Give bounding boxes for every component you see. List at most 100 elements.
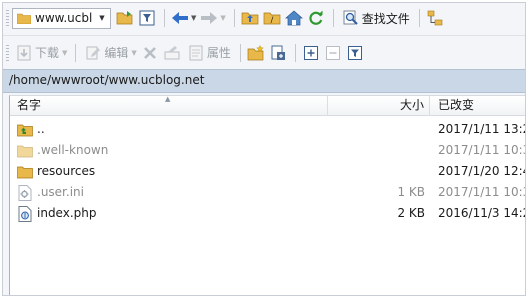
file-actions-toolbar: 下载 ▼ 编辑 ▼ 属性: [3, 39, 525, 66]
toolbar-separator: [332, 9, 334, 27]
column-header-name[interactable]: 名字: [10, 96, 328, 116]
edit-button[interactable]: 编辑: [81, 42, 132, 64]
new-file-icon: [271, 45, 285, 60]
file-name: .well-known: [37, 143, 109, 157]
edit-icon: [86, 46, 101, 59]
minus-icon: [325, 45, 340, 60]
navigation-toolbar: www.ucbl ▼ ▼ ▼ / 查找文件: [3, 3, 525, 33]
refresh-icon: [309, 10, 323, 25]
file-modified: 2017/1/20 12:44: [438, 164, 525, 178]
arrow-left-icon: [172, 12, 188, 24]
folder-tree-icon: [427, 10, 443, 26]
file-name: resources: [37, 164, 96, 178]
file-row-resources[interactable]: resources 2017/1/20 12:44: [10, 161, 525, 182]
open-directory-button[interactable]: [115, 8, 135, 28]
filter-button[interactable]: [137, 8, 157, 28]
refresh-button[interactable]: [306, 8, 326, 28]
file-modified: 2017/1/11 13:28: [438, 122, 525, 136]
plus-icon: [303, 45, 318, 60]
chevron-down-icon[interactable]: ▼: [97, 9, 107, 28]
home-icon: [284, 10, 303, 26]
select-all-button[interactable]: [301, 43, 321, 63]
file-list-header: ▲ 名字 大小 已改变: [10, 96, 525, 116]
file-name-cell: .user.ini: [17, 182, 322, 203]
toolbar-grip[interactable]: [6, 10, 9, 26]
column-header-size[interactable]: 大小: [328, 96, 430, 116]
root-directory-button[interactable]: /: [262, 8, 282, 28]
new-file-button[interactable]: [268, 43, 288, 63]
find-files-label: 查找文件: [361, 11, 410, 26]
file-name-cell: index.php: [17, 203, 322, 224]
toolbar-separator: [75, 43, 77, 62]
parent-directory-button[interactable]: [240, 8, 260, 28]
search-icon: [343, 10, 358, 25]
back-button[interactable]: [170, 8, 190, 28]
parent-folder-icon: [17, 122, 33, 138]
unselect-all-button[interactable]: [323, 43, 343, 63]
parent-folder-icon: [241, 12, 259, 25]
rename-icon: [164, 45, 180, 59]
column-header-modified[interactable]: 已改变: [430, 96, 525, 116]
new-folder-button[interactable]: [246, 43, 266, 63]
forward-button[interactable]: [199, 8, 219, 28]
filter-icon: [139, 10, 155, 26]
file-list[interactable]: ▲ 名字 大小 已改变 .. 2017/1/11 13:28 .well-kno…: [9, 95, 525, 295]
delete-icon: [143, 46, 156, 59]
file-modified: 2017/1/11 10:31: [438, 185, 525, 199]
folder-icon: [16, 10, 32, 26]
download-button[interactable]: 下载: [12, 42, 63, 64]
file-name: .user.ini: [37, 185, 84, 199]
new-folder-icon: [247, 44, 264, 60]
folder-icon: [17, 164, 33, 180]
file-size: 1 KB: [397, 185, 425, 199]
file-row-parent[interactable]: .. 2017/1/11 13:28: [10, 119, 525, 140]
svg-text:/: /: [270, 16, 273, 25]
file-size: 2 KB: [397, 206, 425, 220]
toolbar-grip[interactable]: [6, 44, 9, 61]
php-file-icon: [17, 205, 33, 222]
properties-icon: [189, 45, 203, 60]
current-path-bar[interactable]: /home/wwwroot/www.ucblog.net: [3, 69, 525, 93]
open-folder-icon: [116, 11, 133, 25]
root-folder-icon: /: [263, 12, 281, 25]
folder-icon: [17, 143, 33, 159]
file-modified: 2017/1/11 10:34: [438, 143, 525, 157]
config-file-icon: [17, 184, 33, 201]
edit-label: 编辑: [104, 46, 129, 60]
back-history-dropdown-icon[interactable]: ▼: [191, 14, 196, 22]
properties-button[interactable]: 属性: [184, 42, 235, 64]
file-modified: 2016/11/3 14:27: [438, 206, 525, 220]
toolbar-separator: [418, 9, 420, 27]
file-size: [328, 140, 425, 161]
home-directory-button[interactable]: [284, 8, 304, 28]
tree-view-button[interactable]: [425, 8, 445, 28]
file-name-cell: ..: [17, 119, 322, 140]
find-files-button[interactable]: 查找文件: [339, 7, 414, 29]
filter-icon: [347, 45, 362, 60]
file-name: index.php: [37, 206, 97, 220]
file-name-cell: resources: [17, 161, 322, 182]
file-row-user-ini[interactable]: .user.ini 1 KB 2017/1/11 10:31: [10, 182, 525, 203]
toolbar-separator: [239, 43, 241, 62]
delete-button[interactable]: [140, 43, 160, 63]
file-row-well-known[interactable]: .well-known 2017/1/11 10:34: [10, 140, 525, 161]
edit-dropdown-icon[interactable]: ▼: [131, 49, 136, 57]
toolbar-separator: [233, 9, 235, 27]
file-size: [328, 161, 425, 182]
toolbar-separator: [164, 9, 165, 27]
file-row-index-php[interactable]: index.php 2 KB 2016/11/3 14:27: [10, 203, 525, 224]
file-size: [328, 119, 425, 140]
toolbar-divider: [3, 35, 525, 36]
forward-history-dropdown-icon[interactable]: ▼: [220, 14, 225, 22]
rename-button[interactable]: [162, 43, 182, 63]
arrow-right-icon: [201, 12, 218, 24]
download-dropdown-icon[interactable]: ▼: [62, 49, 67, 57]
file-name-cell: .well-known: [17, 140, 322, 161]
file-name: ..: [37, 122, 45, 136]
download-icon: [17, 45, 31, 60]
site-selector[interactable]: www.ucbl ▼: [12, 7, 111, 29]
filter-selection-button[interactable]: [345, 43, 365, 63]
properties-label: 属性: [206, 46, 231, 60]
toolbar-separator: [294, 43, 296, 62]
download-label: 下载: [35, 46, 60, 60]
